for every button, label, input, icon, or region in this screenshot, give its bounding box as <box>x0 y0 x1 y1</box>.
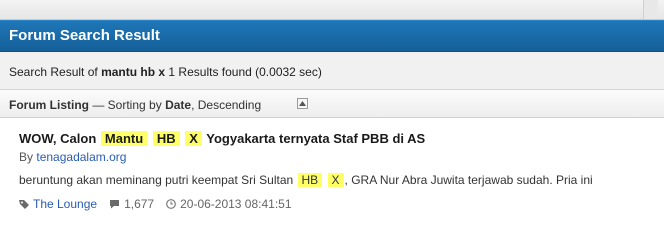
comment-icon <box>110 200 120 209</box>
category-link[interactable]: The Lounge <box>33 197 97 211</box>
listing-label: Forum Listing <box>9 98 89 112</box>
sort-prefix: — Sorting by <box>92 98 162 112</box>
clock-icon <box>166 199 176 209</box>
title-text-after: Yogyakarta ternyata Staf PBB di AS <box>206 131 426 146</box>
reply-count: 1,677 <box>124 197 155 211</box>
title-highlight: Mantu <box>100 131 148 146</box>
by-label: By <box>19 150 34 164</box>
title-highlight: X <box>185 131 202 146</box>
search-result-item: WOW, Calon Mantu HB X Yogyakarta ternyat… <box>0 119 664 218</box>
byline: By tenagadalam.org <box>19 150 126 164</box>
result-snippet: beruntung akan meminang putri keempat Sr… <box>19 173 593 187</box>
search-query: mantu hb x <box>101 65 166 79</box>
search-summary-text: Search Result of mantu hb x 1 Results fo… <box>9 65 322 79</box>
title-text-before: WOW, Calon <box>19 131 97 146</box>
chevron-up-icon <box>299 101 306 106</box>
snippet-text-after: , GRA Nur Abra Juwita terjawab sudah. Pr… <box>344 173 593 187</box>
tag-icon <box>19 200 29 209</box>
forum-listing-bar: Forum Listing — Sorting by Date, Descend… <box>0 90 664 118</box>
collapse-button[interactable] <box>297 98 308 109</box>
listing-text: Forum Listing — Sorting by Date, Descend… <box>9 98 261 112</box>
snippet-highlight: HB <box>297 173 323 187</box>
sort-field: Date <box>165 98 192 112</box>
page-header: Forum Search Result <box>0 20 664 52</box>
result-title[interactable]: WOW, Calon Mantu HB X Yogyakarta ternyat… <box>19 131 425 146</box>
post-date: 20-06-2013 08:41:51 <box>180 197 292 211</box>
title-highlight: HB <box>152 131 180 146</box>
page-title: Forum Search Result <box>9 27 160 44</box>
result-meta: The Lounge 1,677 20-06-2013 08:41:51 <box>19 197 292 211</box>
summary-prefix: Search Result of <box>9 65 98 79</box>
browser-top-strip <box>0 0 664 20</box>
result-count: 1 Results found (0.0032 sec) <box>168 65 322 79</box>
snippet-highlight: X <box>327 173 344 187</box>
scrollbar[interactable] <box>643 0 658 19</box>
author-link[interactable]: tenagadalam.org <box>36 150 126 164</box>
sort-order: , Descending <box>191 98 262 112</box>
snippet-text-before: beruntung akan meminang putri keempat Sr… <box>19 173 294 187</box>
search-summary: Search Result of mantu hb x 1 Results fo… <box>0 52 664 90</box>
